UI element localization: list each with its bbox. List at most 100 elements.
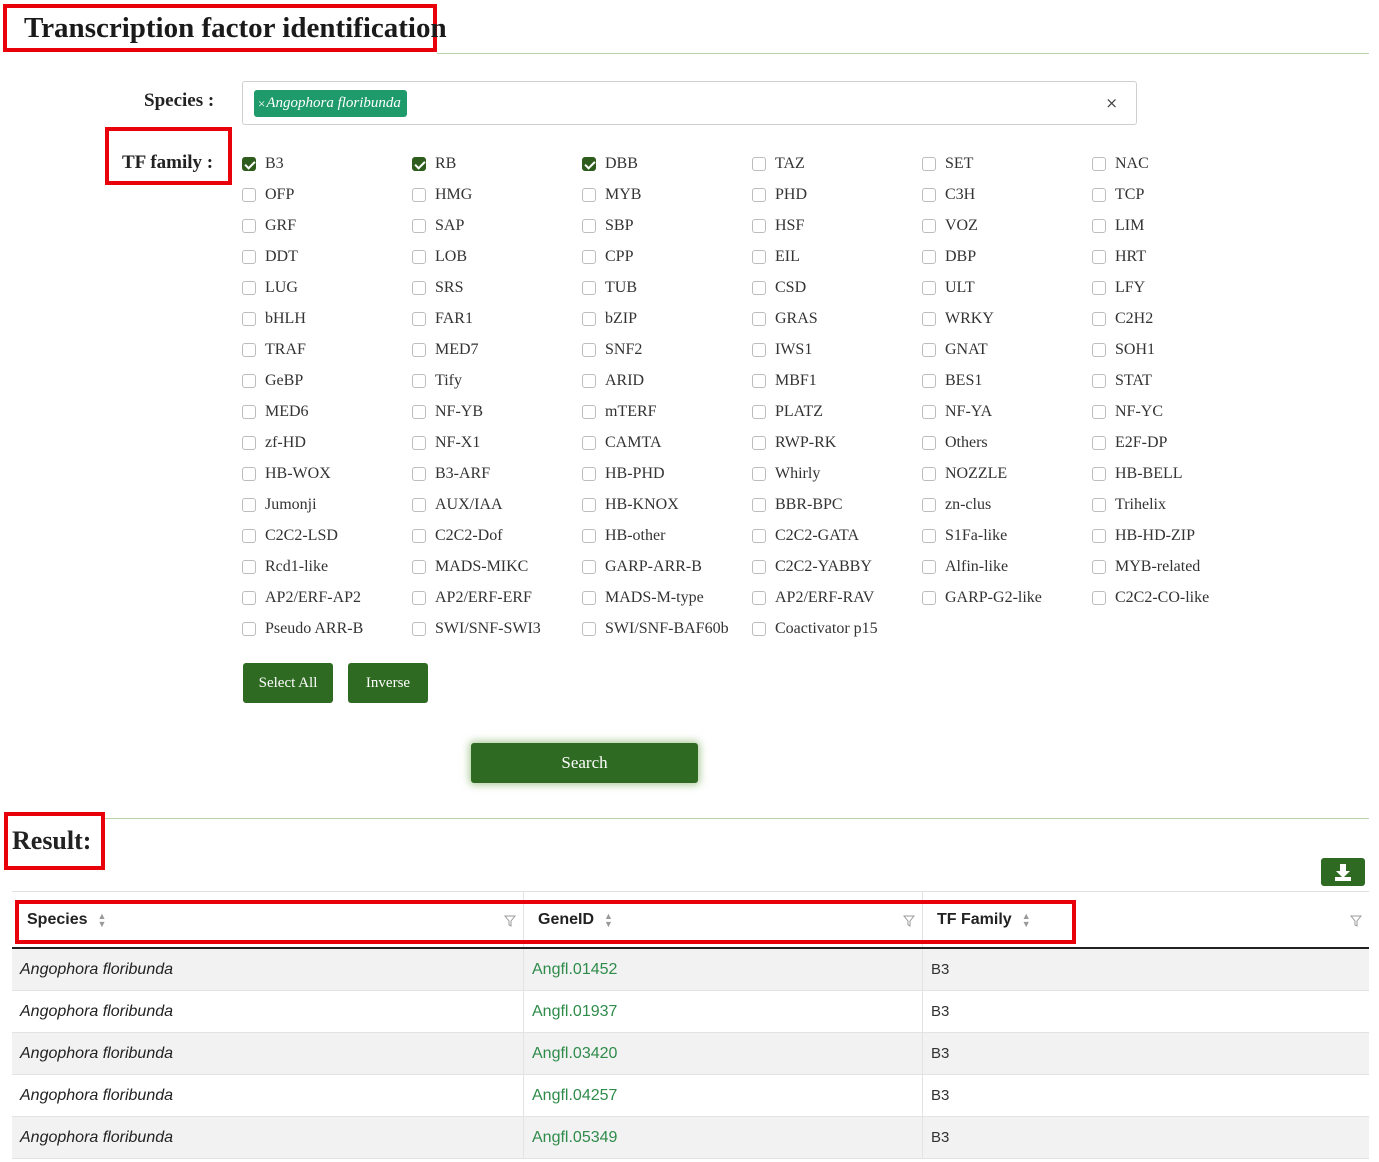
species-select[interactable]: × Angophora floribunda × <box>242 81 1137 125</box>
checkbox[interactable] <box>412 621 426 636</box>
tf-family-option[interactable]: HB-BELL <box>1092 458 1262 489</box>
tf-family-option[interactable]: SAP <box>412 210 582 241</box>
checkbox[interactable] <box>922 590 936 605</box>
tf-family-option[interactable]: C2C2-Dof <box>412 520 582 551</box>
checkbox[interactable] <box>922 373 936 388</box>
checkbox[interactable] <box>752 342 766 357</box>
checkbox[interactable] <box>922 218 936 233</box>
tf-family-option[interactable]: C2C2-GATA <box>752 520 922 551</box>
checkbox[interactable] <box>922 466 936 481</box>
checkbox[interactable] <box>412 590 426 605</box>
checkbox[interactable] <box>752 590 766 605</box>
tf-family-option[interactable]: Coactivator p15 <box>752 613 922 644</box>
tf-family-option[interactable]: HB-KNOX <box>582 489 752 520</box>
tf-family-option[interactable]: SNF2 <box>582 334 752 365</box>
checkbox[interactable] <box>1092 311 1106 326</box>
checkbox[interactable] <box>242 373 256 388</box>
checkbox[interactable] <box>242 280 256 295</box>
checkbox[interactable] <box>922 280 936 295</box>
tf-family-option[interactable]: NOZZLE <box>922 458 1092 489</box>
tf-family-option[interactable]: DBP <box>922 241 1092 272</box>
checkbox[interactable] <box>1092 404 1106 419</box>
select-all-button[interactable]: Select All <box>243 663 333 703</box>
tf-family-option[interactable]: Rcd1-like <box>242 551 412 582</box>
tf-family-option[interactable]: NF-X1 <box>412 427 582 458</box>
checkbox[interactable] <box>412 528 426 543</box>
tf-family-option[interactable]: EIL <box>752 241 922 272</box>
tf-family-option[interactable]: bHLH <box>242 303 412 334</box>
checkbox[interactable] <box>242 497 256 512</box>
tf-family-option[interactable]: SBP <box>582 210 752 241</box>
checkbox[interactable] <box>1092 156 1106 171</box>
tf-family-option[interactable]: GRAS <box>752 303 922 334</box>
tf-family-option[interactable]: CPP <box>582 241 752 272</box>
tf-family-option[interactable]: TCP <box>1092 179 1262 210</box>
checkbox[interactable] <box>242 466 256 481</box>
checkbox[interactable] <box>242 187 256 202</box>
tf-family-option[interactable]: AP2/ERF-ERF <box>412 582 582 613</box>
tf-family-option[interactable]: ARID <box>582 365 752 396</box>
clear-icon[interactable]: × <box>1105 94 1118 112</box>
tf-family-option[interactable]: NF-YA <box>922 396 1092 427</box>
checkbox[interactable] <box>1092 249 1106 264</box>
inverse-button[interactable]: Inverse <box>348 663 428 703</box>
checkbox[interactable] <box>922 311 936 326</box>
checkbox[interactable] <box>242 590 256 605</box>
checkbox[interactable] <box>242 528 256 543</box>
tf-family-option[interactable]: C2C2-YABBY <box>752 551 922 582</box>
checkbox[interactable] <box>1092 497 1106 512</box>
checkbox[interactable] <box>752 559 766 574</box>
checkbox[interactable] <box>582 218 596 233</box>
checkbox[interactable] <box>1092 590 1106 605</box>
checkbox[interactable] <box>1092 559 1106 574</box>
checkbox[interactable] <box>1092 466 1106 481</box>
checkbox[interactable] <box>582 404 596 419</box>
tf-family-option[interactable]: GNAT <box>922 334 1092 365</box>
tf-family-option[interactable]: HB-HD-ZIP <box>1092 520 1262 551</box>
checkbox[interactable] <box>412 156 426 171</box>
tf-family-option[interactable]: E2F-DP <box>1092 427 1262 458</box>
tf-family-option[interactable]: AP2/ERF-AP2 <box>242 582 412 613</box>
tf-family-option[interactable]: MED6 <box>242 396 412 427</box>
tf-family-option[interactable]: VOZ <box>922 210 1092 241</box>
tf-family-option[interactable]: BES1 <box>922 365 1092 396</box>
tf-family-option[interactable]: C2C2-LSD <box>242 520 412 551</box>
tf-family-option[interactable]: LOB <box>412 241 582 272</box>
tf-family-option[interactable]: GRF <box>242 210 412 241</box>
checkbox[interactable] <box>412 311 426 326</box>
tf-family-option[interactable]: S1Fa-like <box>922 520 1092 551</box>
checkbox[interactable] <box>412 342 426 357</box>
tf-family-option[interactable]: HMG <box>412 179 582 210</box>
tag-remove-icon[interactable]: × <box>258 96 265 112</box>
tf-family-option[interactable]: SWI/SNF-SWI3 <box>412 613 582 644</box>
tf-family-option[interactable]: TUB <box>582 272 752 303</box>
tf-family-option[interactable]: HB-WOX <box>242 458 412 489</box>
checkbox[interactable] <box>412 218 426 233</box>
checkbox[interactable] <box>582 466 596 481</box>
tf-family-option[interactable]: MADS-MIKC <box>412 551 582 582</box>
gene-id-link[interactable]: Angfl.04257 <box>532 1075 617 1116</box>
checkbox[interactable] <box>582 590 596 605</box>
checkbox[interactable] <box>1092 435 1106 450</box>
checkbox[interactable] <box>922 435 936 450</box>
checkbox[interactable] <box>752 249 766 264</box>
tf-family-option[interactable]: DDT <box>242 241 412 272</box>
tf-family-option[interactable]: LFY <box>1092 272 1262 303</box>
tf-family-option[interactable]: LIM <box>1092 210 1262 241</box>
tf-family-option[interactable]: LUG <box>242 272 412 303</box>
checkbox[interactable] <box>582 435 596 450</box>
gene-id-link[interactable]: Angfl.03420 <box>532 1033 617 1074</box>
tf-family-option[interactable]: WRKY <box>922 303 1092 334</box>
tf-family-option[interactable]: MED7 <box>412 334 582 365</box>
tf-family-option[interactable]: mTERF <box>582 396 752 427</box>
tf-family-option[interactable]: C2H2 <box>1092 303 1262 334</box>
checkbox[interactable] <box>1092 373 1106 388</box>
checkbox[interactable] <box>582 311 596 326</box>
checkbox[interactable] <box>242 156 256 171</box>
tf-family-option[interactable]: SRS <box>412 272 582 303</box>
checkbox[interactable] <box>412 249 426 264</box>
checkbox[interactable] <box>752 373 766 388</box>
checkbox[interactable] <box>582 559 596 574</box>
search-button[interactable]: Search <box>471 743 698 783</box>
checkbox[interactable] <box>412 435 426 450</box>
